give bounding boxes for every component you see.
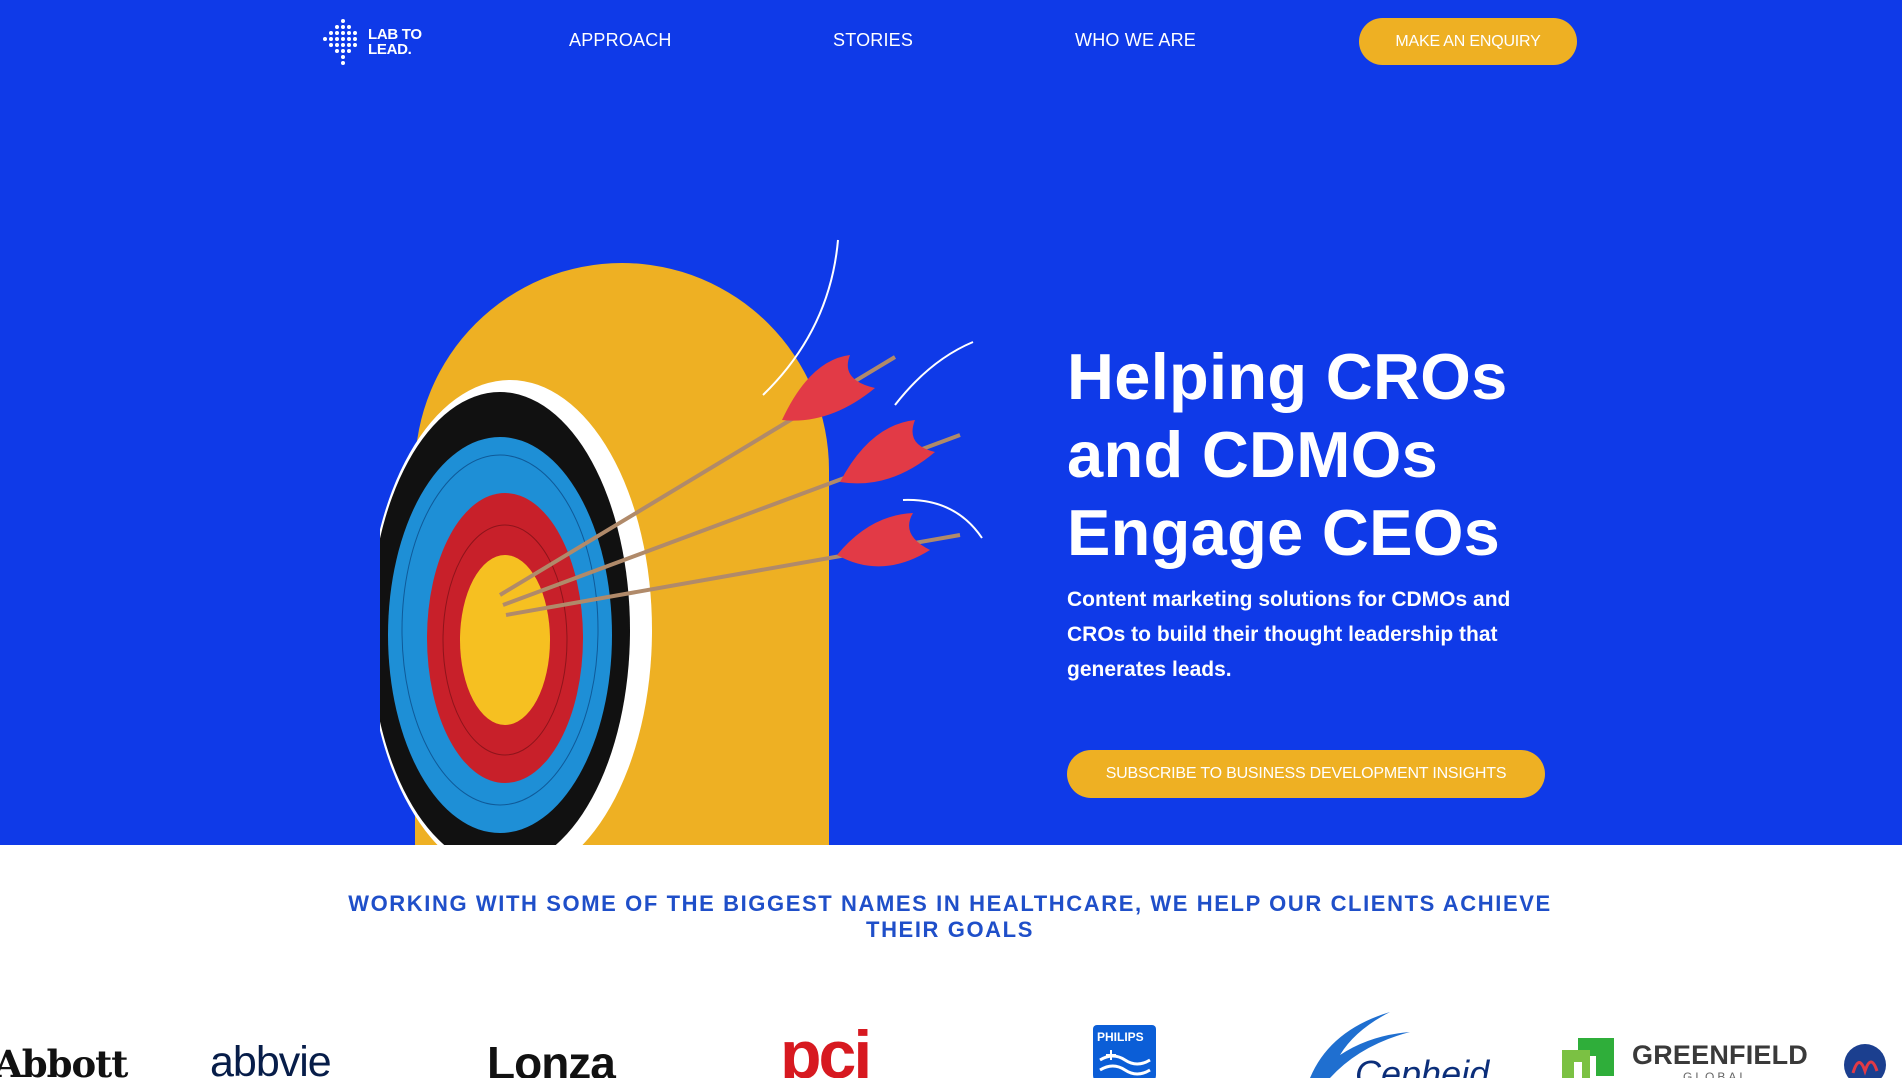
hero-title-line-3: Engage CEOs	[1067, 496, 1501, 569]
hero-title-line-2: and CDMOs	[1067, 418, 1439, 491]
client-logo-pci: pci	[780, 1017, 872, 1078]
nav-approach[interactable]: APPROACH	[569, 30, 672, 51]
hero-title: Helping CROs and CDMOs Engage CEOs	[1067, 338, 1587, 572]
client-logo-lonza: Lonza	[487, 1037, 616, 1078]
partial-client-logo-icon	[1844, 1044, 1886, 1078]
nav-who-we-are[interactable]: WHO WE ARE	[1075, 30, 1196, 51]
logo-wordmark: LAB TO LEAD.	[368, 27, 422, 57]
dotted-logo-icon	[323, 19, 357, 65]
nav-stories[interactable]: STORIES	[833, 30, 913, 51]
hero-section: LAB TO LEAD. APPROACH STORIES WHO WE ARE…	[0, 0, 1902, 845]
client-logo-philips: PHILIPS	[1097, 1030, 1144, 1044]
greenfield-mark-icon	[1562, 1038, 1614, 1078]
client-logo-abbvie: abbvie	[210, 1038, 332, 1078]
client-logo-cepheid: Cepheid	[1355, 1053, 1490, 1078]
make-enquiry-button[interactable]: MAKE AN ENQUIRY	[1359, 18, 1577, 65]
client-logo-abbott: Abbott	[0, 1042, 128, 1078]
clients-heading: WORKING WITH SOME OF THE BIGGEST NAMES I…	[348, 891, 1552, 942]
client-logo-greenfield-sub: GLOBAL	[1683, 1070, 1750, 1078]
target-illustration	[370, 230, 983, 845]
hero-title-line-1: Helping CROs	[1067, 340, 1508, 413]
site-logo[interactable]: LAB TO LEAD.	[322, 16, 432, 68]
hero-subtitle: Content marketing solutions for CDMOs an…	[1067, 588, 1511, 681]
subscribe-button[interactable]: SUBSCRIBE TO BUSINESS DEVELOPMENT INSIGH…	[1067, 750, 1545, 798]
logo-line-2: LEAD.	[368, 41, 412, 58]
philips-waves-icon	[1099, 1050, 1151, 1076]
client-logo-greenfield: GREENFIELD	[1632, 1040, 1809, 1070]
